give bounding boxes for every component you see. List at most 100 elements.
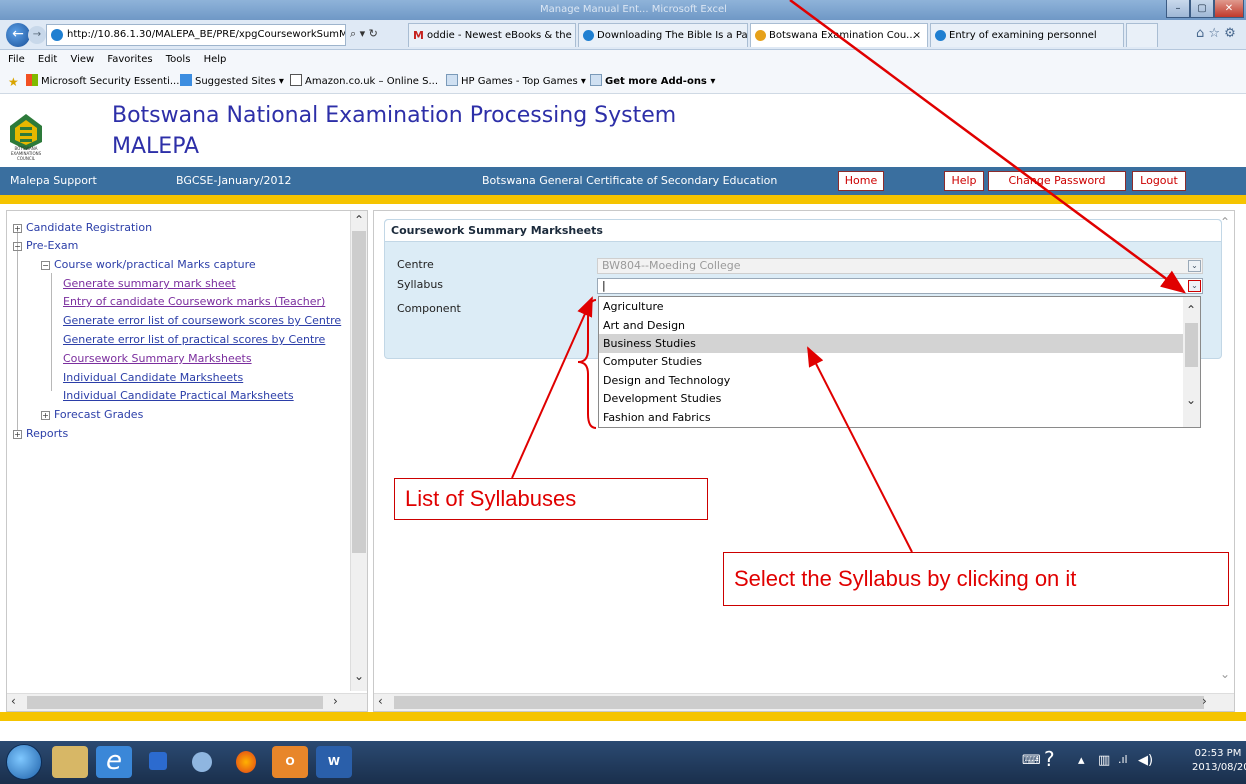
minimize-button[interactable]: – — [1166, 0, 1190, 18]
home-star-gear-icon[interactable]: ⌂ ☆ ⚙ — [1196, 26, 1236, 41]
tree-vertical-scrollbar[interactable]: ⌃ ⌄ — [350, 211, 367, 691]
fav-suggested-sites[interactable]: Suggested Sites ▾ — [180, 70, 284, 94]
internet-explorer-icon[interactable]: e — [96, 746, 132, 778]
outlook-icon[interactable]: O — [272, 746, 308, 778]
tab-oddie[interactable]: Moddie - Newest eBooks & the ... — [408, 23, 576, 47]
page-icon — [446, 74, 458, 86]
tree-item-error-coursework[interactable]: Generate error list of coursework scores… — [63, 314, 341, 327]
tab-bible[interactable]: Downloading The Bible Is a Par... — [578, 23, 748, 47]
back-button[interactable]: ← — [6, 23, 30, 47]
menu-tools[interactable]: Tools — [166, 54, 191, 65]
select-syllabus-callout: Select the Syllabus by clicking on it — [723, 552, 1229, 606]
page-icon — [590, 74, 602, 86]
tree-item-entry-coursework[interactable]: Entry of candidate Coursework marks (Tea… — [63, 295, 325, 308]
expand-icon[interactable]: + — [41, 411, 50, 420]
windows-flag-icon — [26, 74, 38, 86]
syllabus-option[interactable]: Development Studies — [599, 389, 1183, 408]
expand-icon[interactable]: + — [13, 224, 22, 233]
menu-favorites[interactable]: Favorites — [107, 54, 152, 65]
tree-pre-exam[interactable]: − Pre-Exam — [13, 239, 78, 252]
collapse-icon[interactable]: − — [13, 242, 22, 251]
syllabus-select[interactable]: | ⌄ — [597, 278, 1203, 294]
tree-item-generate-summary[interactable]: Generate summary mark sheet — [63, 277, 236, 290]
help-button[interactable]: Help — [944, 171, 984, 191]
suggested-sites-icon — [180, 74, 192, 86]
signal-icon[interactable]: .ıl — [1118, 753, 1128, 766]
syllabus-option[interactable]: Art and Design — [599, 316, 1183, 335]
scroll-up-icon[interactable]: ⌃ — [1220, 215, 1230, 229]
explorer-icon[interactable] — [52, 746, 88, 778]
tab-botswana-exam[interactable]: Botswana Examination Cou... × — [750, 23, 928, 47]
fav-amazon[interactable]: Amazon.co.uk – Online S... — [290, 70, 438, 94]
start-button[interactable] — [6, 744, 42, 780]
scroll-left-icon[interactable]: ‹ — [378, 694, 383, 708]
component-label: Component — [397, 302, 461, 315]
tree-candidate-registration[interactable]: + Candidate Registration — [13, 221, 152, 234]
firefox-icon[interactable] — [228, 746, 264, 778]
fav-add-ons[interactable]: Get more Add-ons ▾ — [590, 70, 715, 94]
chevron-down-icon[interactable]: ⌄ — [1188, 280, 1201, 292]
tree-horizontal-scrollbar[interactable]: ‹ › — [7, 693, 367, 711]
session-bar: Malepa Support BGCSE-January/2012 Botswa… — [0, 167, 1246, 195]
keyboard-icon[interactable]: ⌨ — [1022, 753, 1041, 768]
close-tab-icon[interactable]: × — [913, 24, 921, 47]
scroll-thumb[interactable] — [27, 696, 323, 709]
scroll-thumb[interactable] — [394, 696, 1204, 709]
scroll-down-icon[interactable]: ⌄ — [354, 669, 364, 683]
home-button[interactable]: Home — [838, 171, 884, 191]
menu-help[interactable]: Help — [204, 54, 227, 65]
tab-examining-personnel[interactable]: Entry of examining personnel — [930, 23, 1124, 47]
expand-icon[interactable]: + — [13, 430, 22, 439]
system-clock[interactable]: 02:53 PM 2013/08/20 — [1192, 747, 1246, 775]
menu-file[interactable]: File — [8, 54, 25, 65]
tree-reports[interactable]: + Reports — [13, 427, 68, 440]
menu-edit[interactable]: Edit — [38, 54, 57, 65]
syllabus-option[interactable]: Fashion and Fabrics — [599, 408, 1183, 427]
word-icon[interactable]: W — [316, 746, 352, 778]
scroll-down-icon[interactable]: ⌄ — [1220, 667, 1230, 681]
syllabus-option-highlighted[interactable]: Business Studies — [599, 334, 1183, 353]
scroll-up-icon[interactable]: ⌃ — [354, 213, 364, 227]
hp-icon[interactable] — [184, 746, 220, 778]
maximize-button[interactable]: ▢ — [1190, 0, 1214, 18]
scroll-right-icon[interactable]: › — [333, 694, 338, 708]
scroll-thumb[interactable] — [1185, 323, 1198, 367]
menu-bar: File Edit View Favorites Tools Help — [0, 50, 1246, 70]
tree-item-coursework-summary[interactable]: Coursework Summary Marksheets — [63, 352, 252, 365]
syllabus-option[interactable]: Agriculture — [599, 297, 1183, 316]
favorites-star-icon[interactable]: ★ — [8, 70, 19, 94]
menu-view[interactable]: View — [70, 54, 94, 65]
tree-coursework-capture[interactable]: − Course work/practical Marks capture — [41, 258, 256, 271]
address-bar[interactable]: http://10.86.1.30/MALEPA_BE/PRE/xpgCours… — [46, 24, 346, 46]
scroll-up-icon[interactable]: ⌃ — [1186, 303, 1196, 317]
logout-button[interactable]: Logout — [1132, 171, 1186, 191]
window-title-bar: Manage Manual Ent... Microsoft Excel – ▢… — [0, 0, 1246, 20]
tree-item-error-practical[interactable]: Generate error list of practical scores … — [63, 333, 325, 346]
tree-forecast-grades[interactable]: + Forecast Grades — [41, 408, 143, 421]
volume-icon[interactable]: ◀) — [1138, 753, 1153, 768]
syllabus-option[interactable]: Computer Studies — [599, 352, 1183, 371]
dropdown-scrollbar[interactable]: ⌃ ⌄ — [1183, 297, 1200, 427]
forward-button[interactable]: → — [28, 26, 46, 44]
fav-security-essentials[interactable]: Microsoft Security Essenti... — [26, 70, 179, 94]
support-link[interactable]: Malepa Support — [10, 167, 97, 195]
search-refresh-icon[interactable]: ⌕ ▾ ↻ — [350, 27, 378, 41]
media-player-icon[interactable] — [140, 746, 176, 778]
syllabus-option[interactable]: Design and Technology — [599, 371, 1183, 390]
scroll-thumb[interactable] — [352, 231, 366, 553]
scroll-down-icon[interactable]: ⌄ — [1186, 393, 1196, 407]
change-password-button[interactable]: Change Password — [988, 171, 1126, 191]
tree-item-individual-practical[interactable]: Individual Candidate Practical Marksheet… — [63, 389, 294, 402]
scroll-right-icon[interactable]: › — [1202, 694, 1207, 708]
content-horizontal-scrollbar[interactable]: ‹ › — [374, 693, 1234, 711]
tray-expand-icon[interactable]: ▴ — [1078, 753, 1085, 768]
fav-hp-games[interactable]: HP Games - Top Games ▾ — [446, 70, 586, 94]
new-tab-button[interactable] — [1126, 23, 1158, 47]
network-icon[interactable]: ▥ — [1098, 753, 1110, 768]
scroll-left-icon[interactable]: ‹ — [11, 694, 16, 708]
collapse-icon[interactable]: − — [41, 261, 50, 270]
tree-item-individual-marksheets[interactable]: Individual Candidate Marksheets — [63, 371, 243, 384]
close-window-button[interactable]: ✕ — [1214, 0, 1244, 18]
navigation-tree-panel: + Candidate Registration − Pre-Exam − Cours… — [6, 210, 368, 712]
help-tray-icon[interactable]: ? — [1044, 747, 1055, 771]
